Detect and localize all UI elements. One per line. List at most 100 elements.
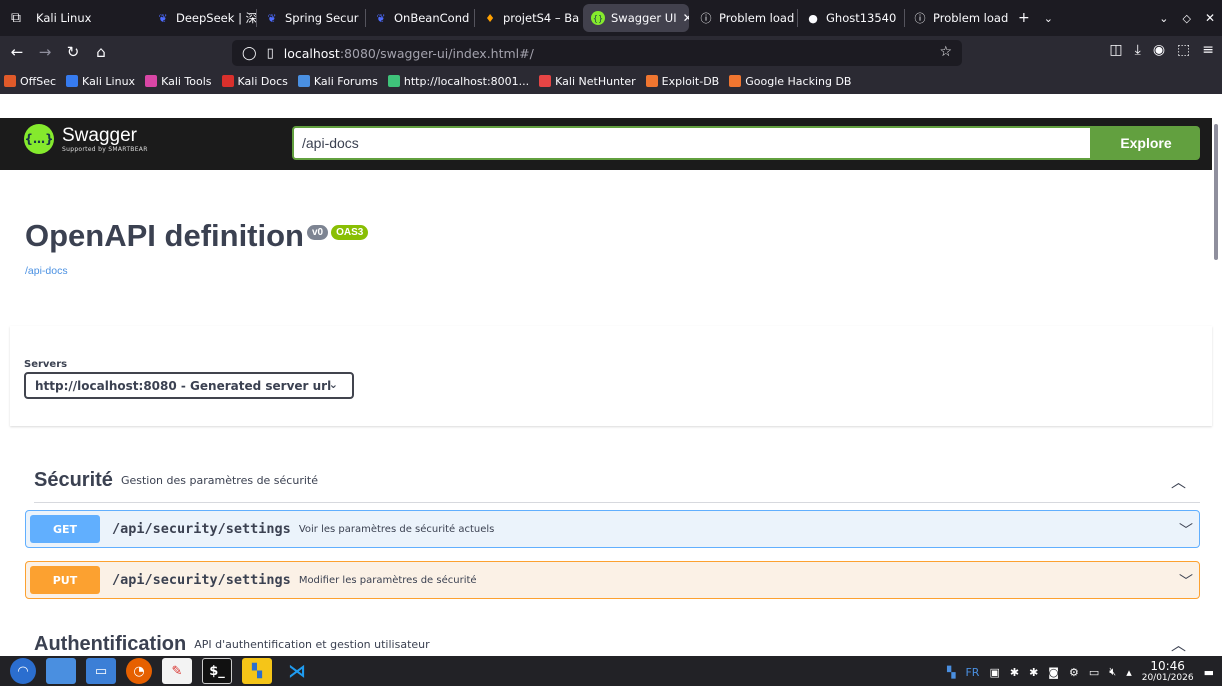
tag-description: API d'authentification et gestion utilis… — [194, 637, 430, 651]
notifications-icon[interactable]: ▬ — [1204, 666, 1214, 679]
chevron-down-icon[interactable]: ﹀ — [1179, 571, 1193, 591]
operation-get-security-settings[interactable]: GET /api/security/settings Voir les para… — [25, 510, 1200, 548]
browser-navbar: ← → ↻ ⌂ ◯ ▯ localhost:8080/swagger-ui/in… — [0, 36, 1222, 94]
tray-expand-icon[interactable]: ▴ — [1126, 666, 1132, 679]
clipboard-icon[interactable]: ▣ — [989, 666, 999, 679]
explore-button[interactable]: Explore — [1092, 126, 1200, 160]
reload-icon[interactable]: ↻ — [62, 43, 84, 61]
bluetooth-icon[interactable]: ✱ — [1010, 666, 1019, 679]
version-badge: v0 — [307, 225, 329, 240]
bookmark-item[interactable]: Kali NetHunter — [539, 75, 636, 88]
swagger-icon: {} — [591, 11, 605, 25]
back-arrow-icon[interactable]: ← — [6, 43, 28, 61]
browser-tab[interactable]: ❦ DeepSeek | 深 — [148, 0, 256, 36]
screenshot-icon[interactable]: ◙ — [1048, 666, 1059, 679]
restore-icon[interactable]: ◇ — [1175, 12, 1197, 25]
bookmark-item[interactable]: Kali Linux — [66, 75, 135, 88]
info-icon: ⓘ — [914, 12, 926, 25]
browser-tab-active[interactable]: {} Swagger UI ✕ — [583, 4, 689, 32]
new-tab-icon[interactable]: + — [1011, 10, 1037, 26]
bookmark-icon — [729, 75, 742, 87]
bookmark-star-icon[interactable]: ☆ — [939, 44, 952, 60]
browser-tab[interactable]: ❦ OnBeanCond — [366, 0, 474, 36]
extensions-icon[interactable]: ⬚ — [1177, 42, 1190, 58]
tab-label: projetS4 – Ba — [503, 11, 580, 25]
bookmark-item[interactable]: http://localhost:8001... — [387, 75, 529, 88]
server-selected: http://localhost:8080 - Generated server… — [35, 378, 332, 393]
home-icon[interactable]: ⌂ — [90, 43, 112, 61]
logo-title: Swagger — [62, 124, 137, 146]
browser-tab[interactable]: ⓘ Problem load — [691, 0, 797, 36]
vscode-icon[interactable]: ⋊ — [282, 658, 312, 684]
tab-list-chevron-icon[interactable]: ⌄ — [1037, 12, 1060, 25]
minimize-chevron-icon[interactable]: ⌄ — [1152, 12, 1175, 25]
url-bar[interactable]: ◯ ▯ localhost:8080/swagger-ui/index.html… — [232, 40, 962, 66]
kali-menu-icon[interactable]: ◠ — [10, 658, 36, 684]
account-icon[interactable]: ◉ — [1153, 42, 1165, 58]
chevron-up-icon[interactable]: ︿ — [1171, 634, 1186, 655]
servers-select[interactable]: http://localhost:8080 - Generated server… — [24, 372, 354, 399]
tab-overview-icon[interactable]: ⧉ — [4, 10, 28, 26]
clock[interactable]: 10:46 20/01/2026 — [1142, 660, 1194, 684]
toolbar-right: ◫ ⤓ ◉ ⬚ ≡ — [1109, 42, 1214, 58]
download-icon[interactable]: ⤓ — [1135, 42, 1141, 58]
os-taskbar: ◠ ▭ ◔ ✎ $_ ▚ ⋊ ▚ FR ▣ ✱ ✱ ◙ ⚙ ▭ 🔇︎ ▴ 10:… — [0, 656, 1222, 686]
browser-tab[interactable]: ❦ Spring Secur — [257, 0, 365, 36]
browser-tab[interactable]: Kali Linux — [28, 0, 148, 36]
spec-url-input[interactable]: /api-docs — [292, 126, 1092, 160]
operation-path: /api/security/settings — [112, 521, 291, 537]
app-grid-icon[interactable]: ▚ — [242, 658, 272, 684]
browser-tab[interactable]: ⓘ Problem load — [905, 0, 1011, 36]
browser-tab[interactable]: ● Ghost13540 — [798, 0, 904, 36]
info-icon: ⓘ — [700, 12, 712, 25]
pocket-icon[interactable]: ◫ — [1109, 42, 1122, 58]
forward-arrow-icon[interactable]: → — [34, 43, 56, 61]
url-host: localhost — [283, 45, 340, 61]
swagger-logo[interactable]: {…} Swagger Supported by SMARTBEAR — [24, 124, 148, 154]
menu-icon[interactable]: ≡ — [1202, 42, 1214, 58]
scrollbar-thumb[interactable] — [1214, 124, 1218, 260]
bookmark-item[interactable]: Exploit-DB — [645, 75, 719, 88]
workspace-icon[interactable]: ▚ — [947, 666, 955, 679]
bookmark-item[interactable]: Kali Docs — [221, 75, 288, 88]
tag-header-authentification[interactable]: Authentification API d'authentification … — [34, 629, 1200, 659]
bookmark-item[interactable]: OffSec — [4, 75, 56, 88]
close-window-icon[interactable]: ✕ — [1198, 11, 1222, 25]
operation-put-security-settings[interactable]: PUT /api/security/settings Modifier les … — [25, 561, 1200, 599]
settings-icon[interactable]: ⚙ — [1069, 666, 1079, 679]
deepseek-icon: ❦ — [376, 11, 386, 25]
bookmark-item[interactable]: Kali Forums — [297, 75, 378, 88]
servers-label: Servers — [24, 359, 68, 370]
deepseek-icon: ❦ — [267, 11, 277, 25]
api-docs-link[interactable]: /api-docs — [25, 265, 68, 277]
firebase-icon: ♦ — [485, 11, 495, 25]
deepseek-icon: ❦ — [158, 11, 168, 25]
desktop-icon[interactable] — [46, 658, 76, 684]
bookmark-icon — [221, 75, 234, 87]
bookmark-icon — [645, 75, 658, 87]
tab-label: DeepSeek | 深 — [176, 11, 256, 25]
tab-label: Problem load — [719, 11, 795, 25]
close-icon[interactable]: ✕ — [683, 11, 689, 25]
bookmark-item[interactable]: Google Hacking DB — [729, 75, 851, 88]
tag-header-securite[interactable]: Sécurité Gestion des paramètres de sécur… — [34, 459, 1200, 503]
file-manager-icon[interactable]: ▭ — [86, 658, 116, 684]
terminal-icon[interactable]: $_ — [202, 658, 232, 684]
browser-tab[interactable]: ♦ projetS4 – Ba — [475, 0, 581, 36]
display-icon[interactable]: ▭ — [1089, 666, 1099, 679]
bookmark-item[interactable]: Kali Tools — [145, 75, 212, 88]
github-icon: ● — [808, 11, 818, 25]
tag-name: Sécurité — [34, 469, 113, 491]
shield-icon: ◯ — [242, 45, 257, 61]
swagger-topbar: {…} Swagger Supported by SMARTBEAR /api-… — [0, 118, 1212, 170]
text-editor-icon[interactable]: ✎ — [162, 658, 192, 684]
keyboard-layout[interactable]: FR — [965, 666, 979, 679]
chevron-up-icon[interactable]: ︿ — [1171, 471, 1186, 492]
tab-label: Spring Secur — [285, 11, 359, 25]
logo-subtitle: Supported by SMARTBEAR — [62, 145, 148, 153]
chevron-down-icon[interactable]: ﹀ — [1179, 520, 1193, 540]
bookmark-icon — [387, 75, 400, 87]
volume-muted-icon[interactable]: 🔇︎ — [1109, 665, 1116, 679]
firefox-icon[interactable]: ◔ — [126, 658, 152, 684]
bluetooth-icon[interactable]: ✱ — [1029, 666, 1038, 679]
